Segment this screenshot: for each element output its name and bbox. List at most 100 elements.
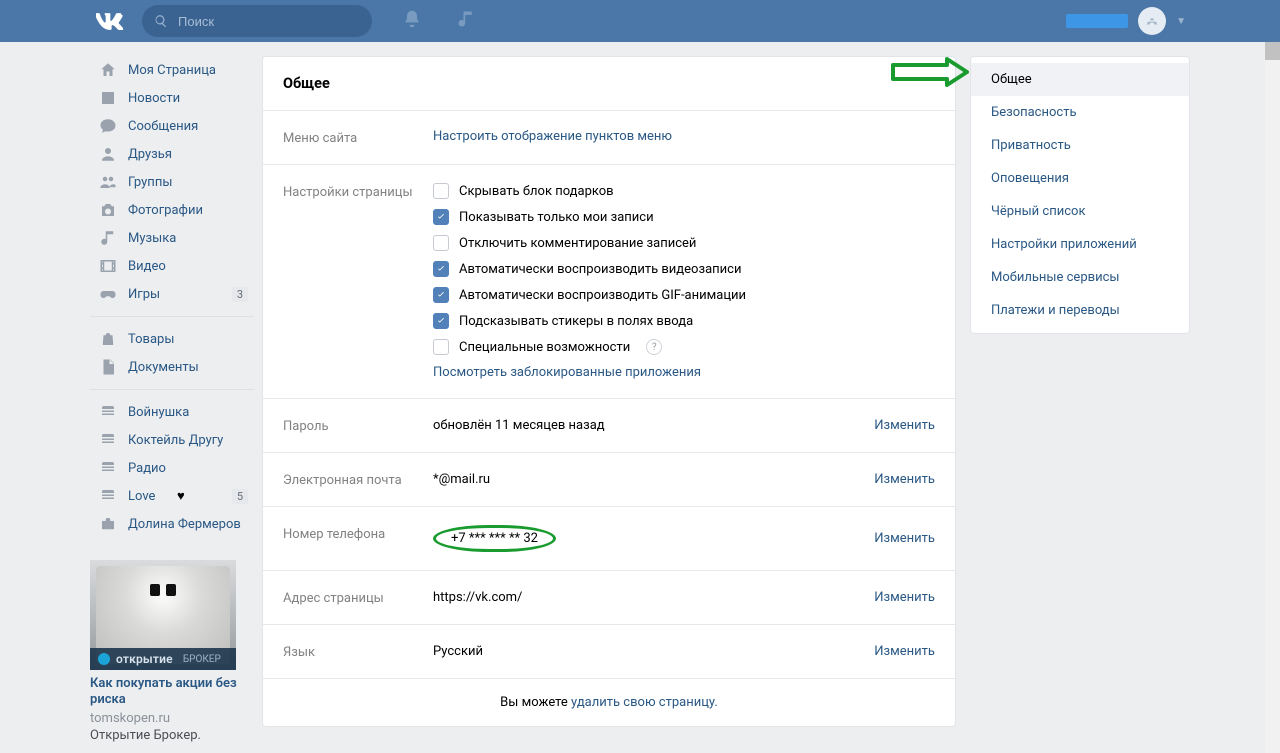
chk-disable-comments[interactable]: Отключить комментирование записей [433, 235, 935, 251]
settings-panel: Общее Меню сайта Настроить отображение п… [262, 56, 956, 727]
nav-video[interactable]: Видео [90, 252, 254, 280]
side-notifications[interactable]: Оповещения [971, 162, 1189, 195]
friend-icon [98, 144, 118, 164]
nav-app-4[interactable]: Love♥5 [90, 482, 254, 510]
side-app-settings[interactable]: Настройки приложений [971, 228, 1189, 261]
change-address[interactable]: Изменить [874, 590, 935, 605]
change-phone[interactable]: Изменить [874, 531, 935, 546]
change-email[interactable]: Изменить [874, 472, 935, 487]
checkbox[interactable] [433, 339, 449, 355]
nav-separator [90, 316, 254, 317]
val-address: https://vk.com/ [433, 590, 874, 605]
chk-accessibility[interactable]: Специальные возможности? [433, 339, 935, 355]
nav-market[interactable]: Товары [90, 325, 254, 353]
val-password: обновлён 11 месяцев назад [433, 418, 874, 433]
search-icon [154, 14, 168, 28]
side-privacy[interactable]: Приватность [971, 129, 1189, 162]
camera-icon [98, 200, 118, 220]
section-email: Электронная почта *@mail.ruИзменить [263, 453, 955, 507]
message-icon [98, 116, 118, 136]
chk-autoplay-gif[interactable]: Автоматически воспроизводить GIF-анимаци… [433, 287, 935, 303]
section-language: Язык РусскийИзменить [263, 625, 955, 679]
section-page-settings: Настройки страницы Скрывать блок подарко… [263, 165, 955, 399]
nav-groups[interactable]: Группы [90, 168, 254, 196]
section-password: Пароль обновлён 11 месяцев назадИзменить [263, 399, 955, 453]
ad-block[interactable]: открытиеБРОКЕР Как покупать акции без ри… [90, 560, 254, 743]
badge-games: 3 [232, 287, 248, 302]
label-address: Адрес страницы [283, 589, 433, 606]
change-language[interactable]: Изменить [874, 644, 935, 659]
username-redacted [1066, 14, 1128, 28]
scrollbar-track[interactable] [1265, 0, 1280, 753]
doc-icon [98, 357, 118, 377]
left-nav: Моя Страница Новости Сообщения Друзья Гр… [90, 56, 254, 308]
badge-love: 5 [232, 489, 248, 504]
nav-app-3[interactable]: Радио [90, 454, 254, 482]
side-security[interactable]: Безопасность [971, 96, 1189, 129]
game-icon [98, 284, 118, 304]
checkbox[interactable] [433, 287, 449, 303]
search-input[interactable] [176, 13, 360, 30]
bag-icon [98, 329, 118, 349]
video-icon [98, 256, 118, 276]
side-payments[interactable]: Платежи и переводы [971, 294, 1189, 327]
groups-icon [98, 172, 118, 192]
nav-app-1[interactable]: Войнушка [90, 398, 254, 426]
ad-image: открытиеБРОКЕР [90, 560, 236, 670]
configure-menu-link[interactable]: Настроить отображение пунктов меню [433, 129, 672, 144]
label-menu: Меню сайта [283, 129, 433, 146]
side-blacklist[interactable]: Чёрный список [971, 195, 1189, 228]
vk-logo[interactable] [96, 7, 124, 35]
stack-icon [98, 430, 118, 450]
label-email: Электронная почта [283, 471, 433, 488]
stack-icon [98, 458, 118, 478]
music-icon[interactable] [456, 9, 476, 33]
nav-friends[interactable]: Друзья [90, 140, 254, 168]
side-general[interactable]: Общее [971, 63, 1189, 96]
notifications-icon[interactable] [402, 9, 422, 33]
nav-news[interactable]: Новости [90, 84, 254, 112]
nav-app-5[interactable]: Долина Фермеров [90, 510, 254, 538]
section-menu: Меню сайта Настроить отображение пунктов… [263, 111, 955, 165]
delete-page-link[interactable]: удалить свою страницу. [571, 695, 718, 710]
val-email: *@mail.ru [433, 472, 874, 487]
change-password[interactable]: Изменить [874, 418, 935, 433]
nav-app-2[interactable]: Коктейль Другу [90, 426, 254, 454]
ad-domain: tomskopen.ru [90, 711, 254, 726]
footer-delete: Вы можете удалить свою страницу. [263, 679, 955, 726]
blocked-apps-link[interactable]: Посмотреть заблокированные приложения [433, 365, 701, 380]
nav-my-page[interactable]: Моя Страница [90, 56, 254, 84]
checkbox[interactable] [433, 313, 449, 329]
home-icon [98, 60, 118, 80]
checkbox[interactable] [433, 235, 449, 251]
label-password: Пароль [283, 417, 433, 434]
user-menu[interactable]: ▼ [1066, 7, 1186, 35]
ad-description: Открытие Брокер. [90, 728, 254, 743]
nav-photos[interactable]: Фотографии [90, 196, 254, 224]
side-mobile[interactable]: Мобильные сервисы [971, 261, 1189, 294]
search-box[interactable] [142, 5, 372, 37]
chk-hide-gifts[interactable]: Скрывать блок подарков [433, 183, 935, 199]
checkbox[interactable] [433, 261, 449, 277]
ad-title: Как покупать акции без риска [90, 676, 254, 709]
stack-icon [98, 486, 118, 506]
nav-messages[interactable]: Сообщения [90, 112, 254, 140]
note-icon [98, 228, 118, 248]
checkbox[interactable] [433, 183, 449, 199]
settings-title: Общее [263, 57, 955, 111]
chk-autoplay-video[interactable]: Автоматически воспроизводить видеозаписи [433, 261, 935, 277]
annotation-arrow [891, 57, 969, 87]
chk-suggest-stickers[interactable]: Подсказывать стикеры в полях ввода [433, 313, 935, 329]
val-phone: +7 *** *** ** 32 [433, 525, 556, 552]
nav-music[interactable]: Музыка [90, 224, 254, 252]
chevron-down-icon: ▼ [1176, 16, 1186, 27]
nav-games[interactable]: Игры3 [90, 280, 254, 308]
label-page-settings: Настройки страницы [283, 183, 433, 380]
label-phone: Номер телефона [283, 525, 433, 552]
help-icon[interactable]: ? [646, 339, 662, 355]
chk-only-my-posts[interactable]: Показывать только мои записи [433, 209, 935, 225]
nav-docs[interactable]: Документы [90, 353, 254, 381]
news-icon [98, 88, 118, 108]
checkbox[interactable] [433, 209, 449, 225]
val-language: Русский [433, 644, 874, 659]
